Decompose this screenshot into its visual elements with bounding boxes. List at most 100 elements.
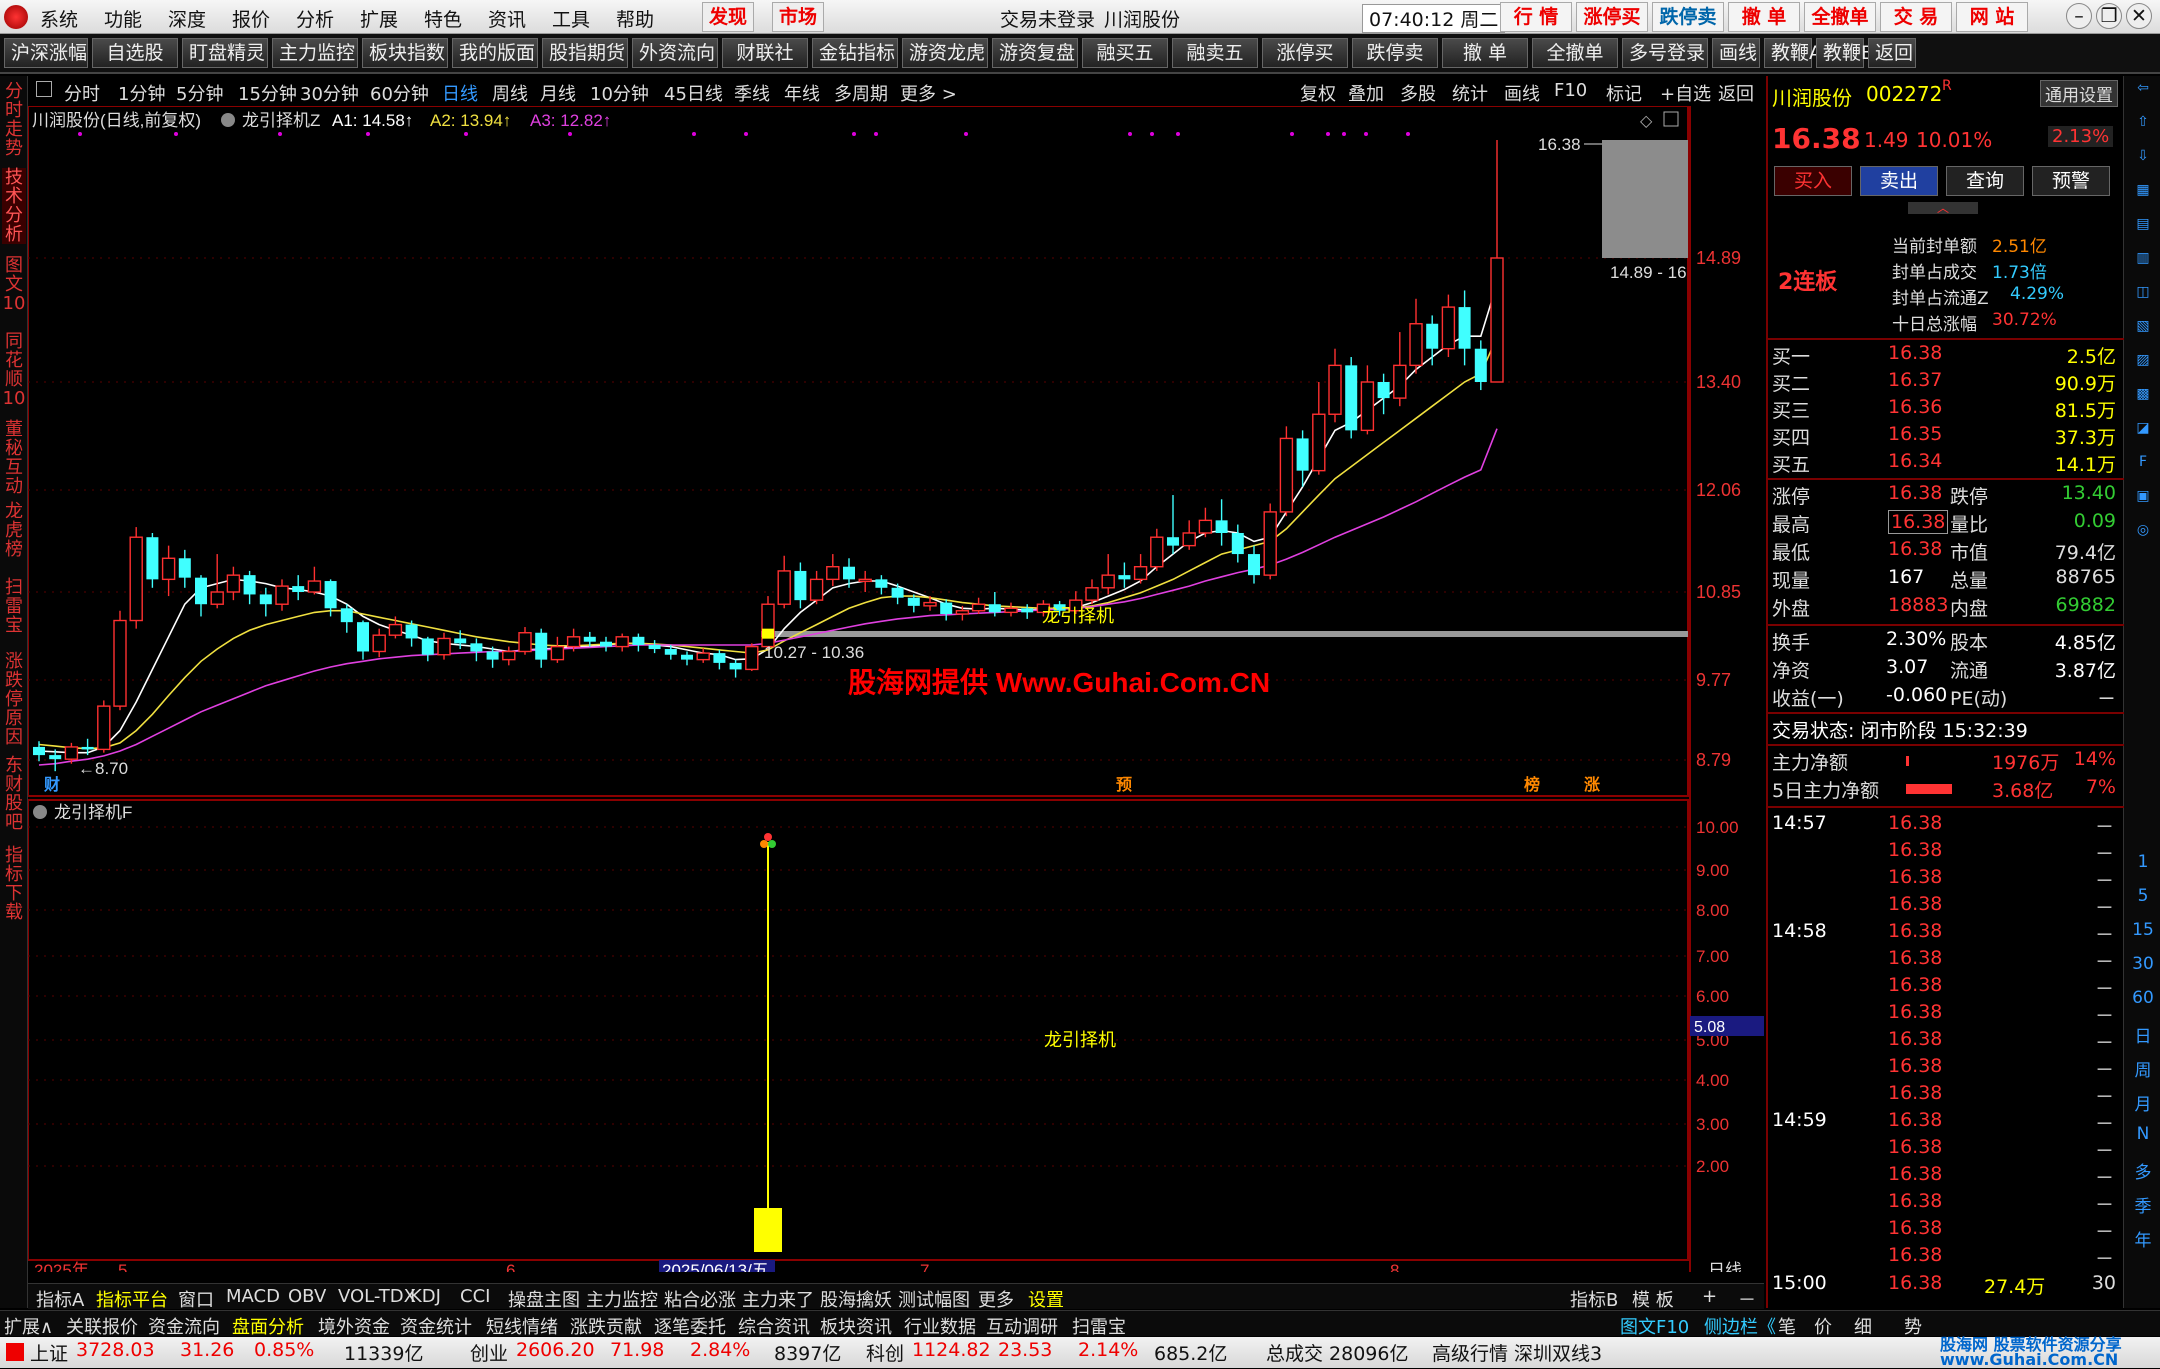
trade-btn-3[interactable]: 预警 bbox=[2032, 166, 2110, 196]
main-indicator-name[interactable]: 龙引择机Z bbox=[242, 111, 320, 130]
toolbar-btn-7[interactable]: 外资流向 bbox=[632, 38, 718, 68]
toolbar-btn-9[interactable]: 金钻指标 bbox=[812, 38, 898, 68]
period-14[interactable]: 更多 > bbox=[900, 80, 957, 106]
trade-btn-1[interactable]: 卖出 bbox=[1860, 166, 1938, 196]
chart-tool-5[interactable]: F10 bbox=[1554, 80, 1587, 101]
settings-button[interactable]: 通用设置 bbox=[2040, 80, 2118, 107]
side-tool-icon[interactable]: ▨ bbox=[2130, 352, 2156, 376]
period-0[interactable]: 分时 bbox=[64, 80, 100, 106]
ext-tab-13[interactable]: 扫雷宝 bbox=[1072, 1313, 1126, 1339]
indicator-tab-2[interactable]: 窗口 bbox=[178, 1286, 214, 1312]
ext-tab-1[interactable]: 关联报价 bbox=[66, 1313, 138, 1339]
quick-btn-2[interactable]: 跌停卖 bbox=[1652, 2, 1724, 32]
menu-6[interactable]: 特色 bbox=[424, 5, 462, 32]
period-10[interactable]: 45日线 bbox=[664, 80, 723, 106]
quick-btn-4[interactable]: 全撤单 bbox=[1804, 2, 1876, 32]
trade-btn-0[interactable]: 买入 bbox=[1774, 166, 1852, 196]
toolbar-btn-4[interactable]: 板块指数 bbox=[362, 38, 448, 68]
quick-btn-0[interactable]: 行 情 bbox=[1500, 2, 1572, 32]
period-6[interactable]: 日线 bbox=[442, 80, 478, 106]
indicator-tab-7[interactable]: CCI bbox=[460, 1286, 490, 1307]
indicator-tab-0[interactable]: 指标A bbox=[36, 1286, 84, 1312]
panel-toggle-icon[interactable] bbox=[1663, 111, 1679, 127]
toolbar-btn-2[interactable]: 盯盘精灵 bbox=[182, 38, 268, 68]
menu-7[interactable]: 资讯 bbox=[488, 5, 526, 32]
index-name[interactable]: 科创 bbox=[866, 1339, 904, 1366]
quick-btn-1[interactable]: 涨停买 bbox=[1576, 2, 1648, 32]
quick-btn-6[interactable]: 网 站 bbox=[1956, 2, 2028, 32]
toolbar-btn-5[interactable]: 我的版面 bbox=[452, 38, 538, 68]
minimize-button[interactable]: – bbox=[2066, 3, 2092, 29]
side-tool-icon[interactable]: ⇩ bbox=[2130, 148, 2156, 172]
index-name[interactable]: 上证 bbox=[30, 1339, 68, 1366]
ext-right-1[interactable]: 侧边栏《 bbox=[1704, 1313, 1776, 1339]
menu-highlight-1[interactable]: 市场 bbox=[772, 2, 825, 32]
toolbar-btn-15[interactable]: 跌停卖 bbox=[1352, 38, 1438, 68]
ext-tab-7[interactable]: 涨跌贡献 bbox=[570, 1313, 642, 1339]
indicator-right-0[interactable]: 指标B bbox=[1570, 1286, 1618, 1312]
layout-toggle-icon[interactable] bbox=[36, 81, 52, 97]
ext-tab-5[interactable]: 资金统计 bbox=[400, 1313, 472, 1339]
chart-tool-1[interactable]: 叠加 bbox=[1348, 80, 1384, 106]
feed-line[interactable]: 高级行情 深圳双线3 bbox=[1432, 1339, 1602, 1366]
left-tab-1[interactable]: 技术分析 bbox=[2, 168, 26, 244]
menu-3[interactable]: 报价 bbox=[232, 5, 270, 32]
toolbar-btn-10[interactable]: 游资龙虎 bbox=[902, 38, 988, 68]
period-shortcut[interactable]: 季 bbox=[2130, 1192, 2156, 1217]
period-12[interactable]: 年线 bbox=[784, 80, 820, 106]
period-5[interactable]: 60分钟 bbox=[370, 80, 429, 106]
toolbar-btn-20[interactable]: 教鞭A bbox=[1764, 38, 1822, 68]
toolbar-btn-3[interactable]: 主力监控 bbox=[272, 38, 358, 68]
toolbar-btn-13[interactable]: 融卖五 bbox=[1172, 38, 1258, 68]
toolbar-btn-19[interactable]: 画线 bbox=[1712, 38, 1760, 68]
period-shortcut[interactable]: 月 bbox=[2130, 1090, 2156, 1115]
ext-right-2[interactable]: 笔 bbox=[1778, 1313, 1796, 1339]
side-tool-icon[interactable]: ◪ bbox=[2130, 420, 2156, 444]
indicator-right-1[interactable]: 模 板 bbox=[1632, 1286, 1674, 1312]
indicator-tab-1[interactable]: 指标平台 bbox=[96, 1286, 168, 1312]
side-tool-icon[interactable]: F bbox=[2130, 454, 2156, 478]
ext-tab-6[interactable]: 短线情绪 bbox=[486, 1313, 558, 1339]
period-shortcut[interactable]: 周 bbox=[2130, 1056, 2156, 1081]
ext-right-5[interactable]: 势 bbox=[1904, 1313, 1922, 1339]
period-shortcut[interactable]: 年 bbox=[2130, 1226, 2156, 1251]
sub-indicator-name[interactable]: 龙引择机F bbox=[54, 803, 132, 822]
menu-1[interactable]: 功能 bbox=[104, 5, 142, 32]
chart-tool-7[interactable]: +自选 bbox=[1660, 80, 1711, 106]
chart-tool-4[interactable]: 画线 bbox=[1504, 80, 1540, 106]
chart-tool-3[interactable]: 统计 bbox=[1452, 80, 1488, 106]
left-tab-0[interactable]: 分时走势 bbox=[2, 82, 26, 158]
ext-tab-10[interactable]: 板块资讯 bbox=[820, 1313, 892, 1339]
indicator-tab-12[interactable]: 股海擒妖 bbox=[820, 1286, 892, 1312]
diamond-icon[interactable]: ◇ bbox=[1640, 111, 1653, 130]
side-tool-icon[interactable]: ▧ bbox=[2130, 318, 2156, 342]
toolbar-btn-1[interactable]: 自选股 bbox=[92, 38, 178, 68]
toolbar-btn-8[interactable]: 财联社 bbox=[722, 38, 808, 68]
side-tool-icon[interactable]: ▣ bbox=[2130, 488, 2156, 512]
left-tab-6[interactable]: 扫雷宝 bbox=[2, 578, 26, 635]
side-tool-icon[interactable]: ⇦ bbox=[2130, 80, 2156, 104]
event-marker[interactable]: 涨 bbox=[1584, 776, 1600, 794]
ext-right-4[interactable]: 细 bbox=[1854, 1313, 1872, 1339]
ext-right-0[interactable]: 图文F10 bbox=[1620, 1313, 1689, 1339]
toolbar-btn-17[interactable]: 全撤单 bbox=[1532, 38, 1618, 68]
period-8[interactable]: 月线 bbox=[540, 80, 576, 106]
indicator-tab-3[interactable]: MACD bbox=[226, 1286, 280, 1307]
side-tool-icon[interactable]: ▩ bbox=[2130, 386, 2156, 410]
ext-tab-0[interactable]: 扩展∧ bbox=[4, 1313, 53, 1339]
toolbar-btn-11[interactable]: 游资复盘 bbox=[992, 38, 1078, 68]
period-shortcut[interactable]: 5 bbox=[2130, 886, 2156, 910]
ext-right-3[interactable]: 价 bbox=[1814, 1313, 1832, 1339]
ext-tab-2[interactable]: 资金流向 bbox=[148, 1313, 220, 1339]
period-13[interactable]: 多周期 bbox=[834, 80, 888, 106]
period-9[interactable]: 10分钟 bbox=[590, 80, 649, 106]
side-tool-icon[interactable]: ◎ bbox=[2130, 522, 2156, 546]
period-2[interactable]: 5分钟 bbox=[176, 80, 223, 106]
left-tab-7[interactable]: 涨跌停原因 bbox=[2, 652, 26, 747]
period-shortcut[interactable]: 15 bbox=[2130, 920, 2156, 944]
menu-5[interactable]: 扩展 bbox=[360, 5, 398, 32]
left-tab-2[interactable]: 图文10 bbox=[2, 256, 26, 313]
chart-tool-2[interactable]: 多股 bbox=[1400, 80, 1436, 106]
side-tool-icon[interactable]: ◫ bbox=[2130, 284, 2156, 308]
period-shortcut[interactable]: 多 bbox=[2130, 1158, 2156, 1183]
